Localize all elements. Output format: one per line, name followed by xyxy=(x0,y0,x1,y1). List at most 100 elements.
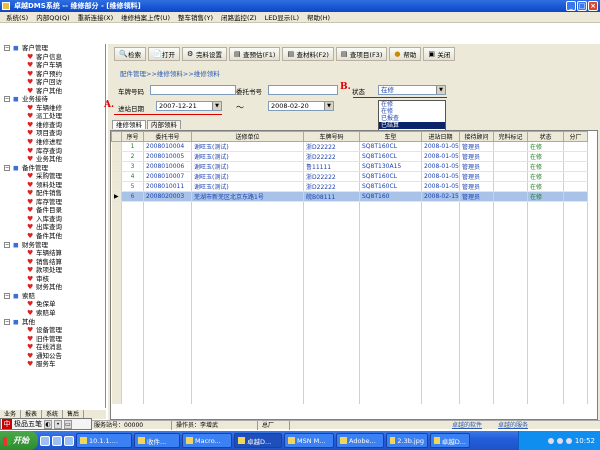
tray-icon[interactable] xyxy=(556,437,563,444)
table-cell[interactable]: 皖B08111 xyxy=(303,191,360,202)
table-row[interactable]: 2 2008010005 谢旺玉(测试) 浙D22222 SQ8T160CL 2008-0… xyxy=(111,151,588,162)
taskbar-item[interactable]: 2.3b.jpg xyxy=(386,433,428,448)
calendar-dropdown-icon[interactable]: ▼ xyxy=(324,102,333,110)
check-project-button[interactable]: ▤ 查项目(F3) xyxy=(335,47,388,61)
table-cell[interactable]: 2008010006 xyxy=(143,161,192,172)
table-cell[interactable] xyxy=(563,191,588,202)
material-settings-button[interactable]: ⚙ 完料设置 xyxy=(182,47,227,61)
column-header[interactable]: 车型 xyxy=(359,131,422,142)
punct-icon[interactable]: • xyxy=(54,419,62,429)
link-software[interactable]: 卓越的软件 xyxy=(452,421,482,430)
table-cell[interactable]: 管理员 xyxy=(459,141,494,152)
help-button[interactable]: ● 帮助 xyxy=(389,47,422,61)
date-from-select[interactable]: 2007-12-21 ▼ xyxy=(156,101,222,111)
table-cell[interactable]: 芜湖市新芜区北京东路1号 xyxy=(191,191,304,202)
quicklaunch-icon[interactable] xyxy=(40,435,50,446)
table-cell[interactable]: 在修 xyxy=(527,181,564,192)
column-header[interactable]: 进站日期 xyxy=(421,131,460,142)
table-cell[interactable] xyxy=(493,191,528,202)
tree-group[interactable]: − ◼ 备件管理 xyxy=(0,164,105,173)
state-option[interactable]: 已报查 xyxy=(379,115,445,122)
collapse-icon[interactable]: − xyxy=(4,45,10,51)
collapse-icon[interactable]: − xyxy=(4,164,10,171)
tree-item[interactable]: ♥ 通知公告 xyxy=(0,352,105,361)
table-cell[interactable]: 2008-01-05 xyxy=(421,181,460,192)
table-cell[interactable]: 管理员 xyxy=(459,161,494,172)
tree-item[interactable]: ♥ 索赔单 xyxy=(0,309,105,318)
tree-item[interactable]: ♥ 免保单 xyxy=(0,300,105,309)
table-cell[interactable] xyxy=(493,151,528,162)
table-cell[interactable]: 2008010007 xyxy=(143,171,192,182)
taskbar-item[interactable]: 10.1.1.... xyxy=(76,433,132,448)
table-cell[interactable]: 谢旺玉(测试) xyxy=(191,161,304,172)
tree-item[interactable]: ♥ 备件目录 xyxy=(0,206,105,215)
table-cell[interactable]: 管理员 xyxy=(459,171,494,182)
menu-reconnect[interactable]: 重新连接(X) xyxy=(74,12,118,22)
menu-sales[interactable]: 整车销售(Y) xyxy=(174,12,217,22)
table-cell[interactable]: 2008-01-05 xyxy=(421,171,460,182)
start-button[interactable]: 开始 xyxy=(0,431,38,450)
column-header[interactable]: 序号 xyxy=(121,131,144,142)
row-indicator[interactable] xyxy=(111,141,122,152)
collapse-icon[interactable]: − xyxy=(4,96,10,103)
tree-item[interactable]: ♥ 车辆结算 xyxy=(0,249,105,258)
breadcrumb[interactable]: 配件管理>>维修领料>>维修领料 xyxy=(120,68,220,78)
tree-item[interactable]: ♥ 客户预约 xyxy=(0,70,105,79)
table-row[interactable]: 3 2008010006 谢旺玉(测试) 鲁11111 SQ8T130A15 2008-0… xyxy=(111,161,588,172)
table-cell[interactable] xyxy=(563,151,588,162)
tree-item[interactable]: ♥ 采购管理 xyxy=(0,172,105,181)
minimize-icon[interactable]: _ xyxy=(566,1,576,11)
column-header[interactable]: 车牌号码 xyxy=(303,131,360,142)
table-cell[interactable] xyxy=(563,171,588,182)
chevron-down-icon[interactable]: ▼ xyxy=(436,86,445,94)
table-cell[interactable]: SQ8T160CL xyxy=(359,181,422,192)
table-cell[interactable]: 2008-01-05 xyxy=(421,151,460,162)
tree-group[interactable]: − ◼ 其他 xyxy=(0,318,105,327)
taskbar-item[interactable]: Macro... xyxy=(182,433,232,448)
table-cell[interactable]: 浙D22222 xyxy=(303,141,360,152)
tree-group[interactable]: − ◼ 业务接待 xyxy=(0,95,105,104)
table-cell[interactable]: 6 xyxy=(121,191,144,202)
table-cell[interactable]: 鲁11111 xyxy=(303,161,360,172)
table-cell[interactable]: 浙D22222 xyxy=(303,181,360,192)
taskbar-item[interactable]: Adobe... xyxy=(336,433,384,448)
table-cell[interactable] xyxy=(493,161,528,172)
row-indicator[interactable] xyxy=(111,161,122,172)
keyboard-icon[interactable]: ▭ xyxy=(64,419,72,429)
table-cell[interactable] xyxy=(563,161,588,172)
table-cell[interactable] xyxy=(563,181,588,192)
row-indicator[interactable] xyxy=(111,171,122,182)
collapse-icon[interactable]: − xyxy=(4,292,10,299)
tree-item[interactable]: ♥ 财务其他 xyxy=(0,283,105,292)
row-indicator[interactable] xyxy=(111,151,122,162)
column-header[interactable]: 接待顾问 xyxy=(459,131,494,142)
open-button[interactable]: 📄 打开 xyxy=(148,47,180,61)
table-cell[interactable]: 谢旺玉(测试) xyxy=(191,181,304,192)
tree-item[interactable]: ♥ 维修进程 xyxy=(0,138,105,147)
state-option-selected[interactable]: 已结算 xyxy=(379,122,445,129)
quicklaunch-icon[interactable] xyxy=(52,435,62,446)
tray-icon[interactable] xyxy=(547,437,554,444)
taskbar-item[interactable]: 卓越D... xyxy=(430,433,470,448)
table-cell[interactable]: 谢旺玉(测试) xyxy=(191,151,304,162)
table-row[interactable]: 4 2008010007 谢旺玉(测试) 浙D22222 SQ8T160CL 2008-0… xyxy=(111,171,588,182)
maximize-icon[interactable]: □ xyxy=(577,1,587,11)
taskbar-item-active[interactable]: 卓越D... xyxy=(234,433,282,448)
tree-item[interactable]: ♥ 派工处理 xyxy=(0,112,105,121)
table-cell[interactable]: 管理员 xyxy=(459,151,494,162)
table-row[interactable]: 5 2008010011 谢旺玉(测试) 浙D22222 SQ8T160CL 2008-0… xyxy=(111,181,588,192)
menu-qq[interactable]: 内部QQ(Q) xyxy=(32,12,73,22)
table-cell[interactable]: 2 xyxy=(121,151,144,162)
taskbar-item[interactable]: MSN M... xyxy=(284,433,334,448)
row-indicator[interactable] xyxy=(111,181,122,192)
tree-item[interactable]: ♥ 配件销售 xyxy=(0,189,105,198)
column-header[interactable]: 分厂 xyxy=(563,131,588,142)
table-cell[interactable]: SQ8T160CL xyxy=(359,151,422,162)
tree-item[interactable]: ♥ 库存查询 xyxy=(0,147,105,156)
plate-input[interactable] xyxy=(150,85,236,95)
search-button[interactable]: 🔍 检索 xyxy=(114,47,146,61)
tree-item[interactable]: ♥ 设备管理 xyxy=(0,326,105,335)
table-row[interactable]: ▶ 6 2008020003 芜湖市新芜区北京东路1号 皖B08111 SQ8T160 20… xyxy=(111,191,588,202)
tree-item[interactable]: ♥ 客户回访 xyxy=(0,78,105,87)
tab-internal-material[interactable]: 内部领料 xyxy=(147,120,181,129)
